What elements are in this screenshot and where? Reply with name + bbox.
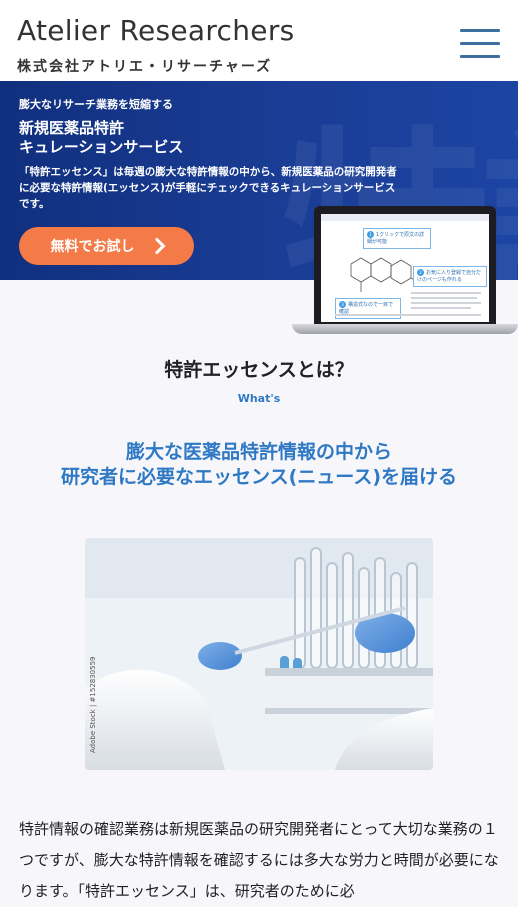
- hero-description: 「特許エッセンス」は毎週の膨大な特許情報の中から、新規医薬品の研究開発者に必要な…: [19, 166, 397, 210]
- callout-favorites: 2 お気に入り登録で自分だけのページも作れる: [413, 266, 487, 287]
- section-body-text: 特許情報の確認業務は新規医薬品の研究開発者にとって大切な業務の１つですが、膨大な…: [19, 820, 499, 900]
- text-line: [411, 302, 481, 304]
- callout-favorites-text: お気に入り登録で自分だけのページも作れる: [417, 270, 482, 283]
- free-trial-label: 無料でお試し: [50, 239, 135, 255]
- section-subtitle: What's: [237, 392, 281, 405]
- laptop-base: [292, 324, 518, 334]
- section-lead: 膨大な医薬品特許情報の中から 研究者に必要なエッセンス(ニュース)を届ける: [0, 440, 518, 490]
- laptop-mockup: 1 1クリックで原文の詳細が可能 2 お気に入り登録で自分だけのページも作れる 3構…: [292, 206, 518, 336]
- browser-bar: [321, 214, 489, 221]
- text-line: [335, 314, 481, 316]
- chevron-right-icon: [148, 237, 165, 255]
- hero-title-line1: 新規医薬品特許: [19, 119, 125, 137]
- laptop-screen: 1 1クリックで原文の詳細が可能 2 お気に入り登録で自分だけのページも作れる 3構…: [314, 206, 496, 324]
- section-title: 特許エッセンスとは？: [164, 359, 354, 381]
- lab-photo: Adobe Stock | #152830559: [85, 538, 433, 770]
- menu-line: [460, 42, 500, 45]
- text-line: [411, 297, 477, 299]
- callout-one-click: 1 1クリックで原文の詳細が可能: [363, 228, 431, 249]
- hero-kicker: 膨大なリサーチ業務を短縮する: [19, 98, 173, 111]
- menu-line: [460, 29, 500, 32]
- hero-title-line2: キュレーションサービス: [19, 138, 184, 156]
- lead-line1: 膨大な医薬品特許情報の中から: [125, 441, 392, 463]
- logo-title[interactable]: Atelier Researchers: [17, 14, 295, 47]
- hero-title: 新規医薬品特許 キュレーションサービス: [19, 119, 183, 157]
- photo-watermark: Adobe Stock | #152830559: [89, 657, 97, 754]
- callout-one-click-text: 1クリックで原文の詳細が可能: [367, 232, 425, 245]
- hamburger-menu-icon[interactable]: [460, 26, 504, 60]
- site-header: Atelier Researchers 株式会社アトリエ・リサーチャーズ: [0, 0, 518, 81]
- laptop-screen-content: 1 1クリックで原文の詳細が可能 2 お気に入り登録で自分だけのページも作れる 3構…: [321, 214, 489, 322]
- menu-line: [460, 55, 500, 58]
- lab-photo-illustration: Adobe Stock | #152830559: [85, 538, 433, 770]
- free-trial-button[interactable]: 無料でお試し: [19, 227, 194, 265]
- text-line: [411, 292, 481, 294]
- text-line: [411, 307, 471, 309]
- logo-subtitle[interactable]: 株式会社アトリエ・リサーチャーズ: [17, 56, 272, 76]
- lead-line2: 研究者に必要なエッセンス(ニュース)を届ける: [60, 466, 458, 488]
